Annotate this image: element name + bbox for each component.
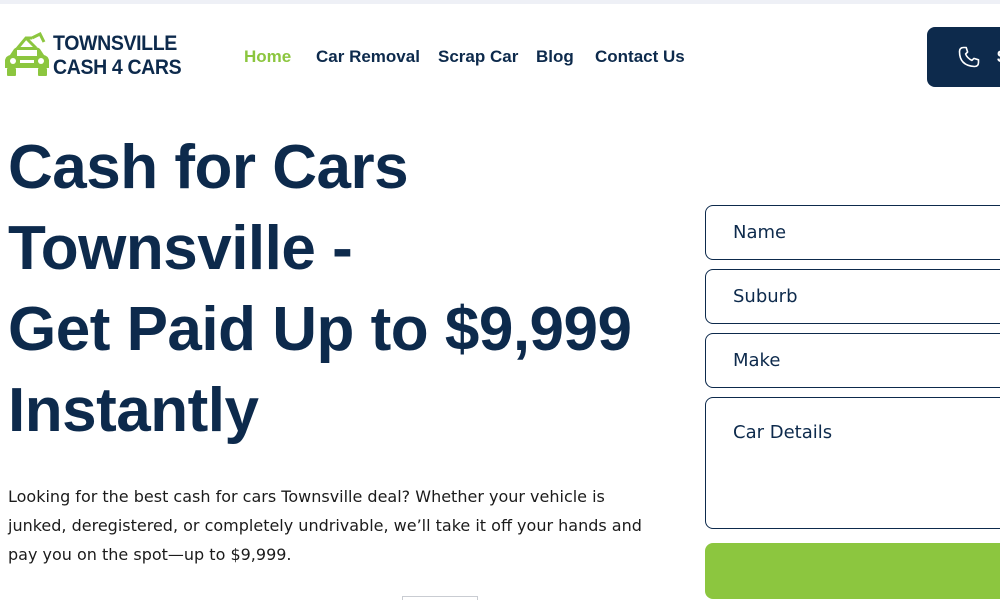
submit-button[interactable]	[705, 543, 1000, 599]
phone-icon	[958, 46, 980, 68]
hero-heading: Cash for Cars Townsville - Get Paid Up t…	[8, 127, 698, 451]
nav-scrap-car[interactable]: Scrap Car	[438, 47, 518, 67]
call-button[interactable]: $	[927, 27, 1000, 87]
logo-wordmark: TOWNSVILLE CASH 4 CARS	[53, 32, 191, 80]
hero-heading-line-3: Get Paid Up to $9,999	[8, 295, 632, 364]
hero-description: Looking for the best cash for cars Towns…	[8, 487, 642, 564]
tow-truck-car-icon	[5, 32, 49, 76]
suburb-input[interactable]	[705, 269, 1000, 324]
hero-heading-line-4: Instantly	[8, 376, 259, 445]
make-input[interactable]	[705, 333, 1000, 388]
partial-element	[402, 596, 478, 600]
name-input[interactable]	[705, 205, 1000, 260]
nav-car-removal[interactable]: Car Removal	[316, 47, 420, 67]
hero-heading-line-1: Cash for Cars	[8, 133, 409, 202]
site-logo[interactable]: TOWNSVILLE CASH 4 CARS	[2, 30, 192, 84]
logo-line-2: CASH 4 CARS	[53, 56, 182, 79]
hero-heading-line-2: Townsville -	[8, 214, 353, 283]
car-details-textarea[interactable]	[705, 397, 1000, 529]
nav-contact-us[interactable]: Contact Us	[595, 47, 685, 67]
logo-line-1: TOWNSVILLE	[53, 32, 177, 55]
top-border	[0, 0, 1000, 4]
nav-home[interactable]: Home	[244, 47, 291, 67]
nav-blog[interactable]: Blog	[536, 47, 574, 67]
